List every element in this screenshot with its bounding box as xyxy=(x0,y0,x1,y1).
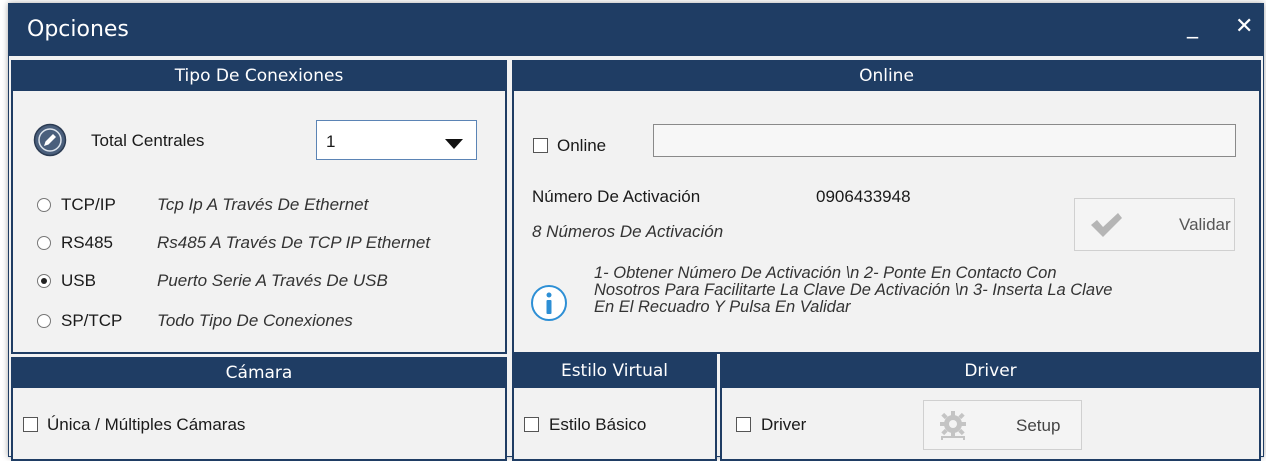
total-centrales-value: 1 xyxy=(326,132,336,151)
activation-value: 0906433948 xyxy=(816,187,911,206)
online-field[interactable] xyxy=(653,124,1236,157)
online-panel: Online Online Número De Activación 09064… xyxy=(512,60,1261,354)
option-tcpip-desc: Tcp Ip A Través De Ethernet xyxy=(157,195,369,214)
radio-rs485[interactable] xyxy=(37,236,51,250)
online-checkbox-label: Online xyxy=(557,136,607,155)
driver-header: Driver xyxy=(722,355,1259,388)
info-icon xyxy=(530,284,568,327)
pencil-edit-icon xyxy=(33,123,67,162)
info-line-2: Nosotros Para Facilitarte La Clave De Ac… xyxy=(594,281,1113,299)
close-button[interactable]: ✕ xyxy=(1235,14,1253,39)
radio-tcpip[interactable] xyxy=(37,198,51,212)
camara-checkbox-label: Única / Múltiples Cámaras xyxy=(47,415,246,434)
online-header: Online xyxy=(514,62,1259,91)
checkmark-icon xyxy=(1089,211,1123,244)
option-usb-label: USB xyxy=(61,271,96,290)
driver-checkbox[interactable] xyxy=(736,417,751,432)
title-bar: Opciones _ ✕ xyxy=(9,4,1263,56)
conexiones-panel: Tipo De Conexiones Total Centrales 1 TCP… xyxy=(11,60,507,354)
gear-icon xyxy=(936,409,970,448)
estilo-header: Estilo Virtual xyxy=(514,355,715,388)
activation-label: Número De Activación xyxy=(532,187,701,206)
total-centrales-label: Total Centrales xyxy=(91,131,205,150)
info-line-3: En El Recuadro Y Pulsa En Validar xyxy=(594,298,851,316)
camara-panel: Cámara Única / Múltiples Cámaras xyxy=(11,357,507,461)
radio-usb[interactable] xyxy=(37,274,51,288)
validar-button[interactable]: Validar xyxy=(1074,198,1235,251)
option-rs485-label: RS485 xyxy=(61,233,113,252)
validar-label: Validar xyxy=(1179,215,1231,234)
conexiones-header: Tipo De Conexiones xyxy=(13,62,505,91)
option-sptcp-desc: Todo Tipo De Conexiones xyxy=(157,311,353,330)
option-usb-desc: Puerto Serie A Través De USB xyxy=(157,271,388,290)
setup-button[interactable]: Setup xyxy=(923,400,1082,450)
minimize-button[interactable]: _ xyxy=(1187,14,1198,39)
option-sptcp-label: SP/TCP xyxy=(61,311,123,330)
camara-checkbox[interactable] xyxy=(23,417,38,432)
dropdown-arrow-icon xyxy=(445,136,463,154)
setup-label: Setup xyxy=(1016,416,1061,435)
estilo-checkbox[interactable] xyxy=(524,417,539,432)
online-checkbox[interactable] xyxy=(533,138,548,153)
window-title: Opciones xyxy=(27,17,129,42)
driver-checkbox-label: Driver xyxy=(761,415,807,434)
radio-sptcp[interactable] xyxy=(37,314,51,328)
option-tcpip-label: TCP/IP xyxy=(61,195,116,214)
estilo-panel: Estilo Virtual Estilo Básico xyxy=(512,353,717,461)
option-rs485-desc: Rs485 A Través De TCP IP Ethernet xyxy=(157,233,431,252)
info-line-1: 1- Obtener Número De Activación \n 2- Po… xyxy=(594,264,1057,282)
driver-panel: Driver Driver Setup xyxy=(720,353,1261,461)
estilo-checkbox-label: Estilo Básico xyxy=(549,415,647,434)
options-window: Opciones _ ✕ Tipo De Conexiones Total Ce… xyxy=(8,3,1264,461)
total-centrales-dropdown[interactable]: 1 xyxy=(316,120,477,160)
activation-hint: 8 Números De Activación xyxy=(532,222,724,241)
camara-header: Cámara xyxy=(13,359,505,388)
